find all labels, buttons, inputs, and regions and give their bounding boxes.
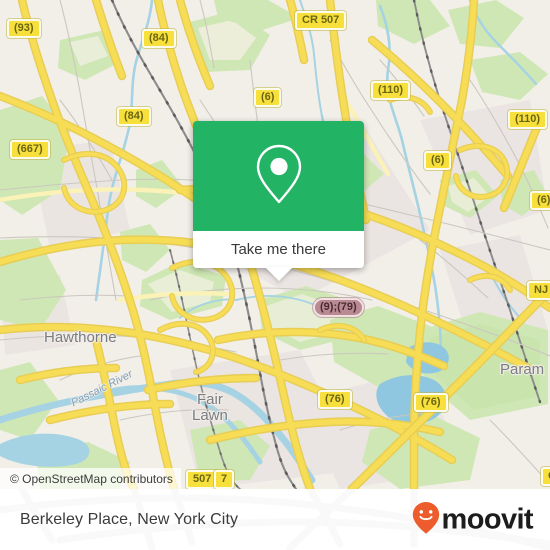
road-shield[interactable]: (84)	[142, 29, 176, 48]
take-me-there-label: Take me there	[230, 241, 327, 258]
road-shield[interactable]: (110)	[371, 81, 411, 100]
road-shield[interactable]: (76)	[414, 393, 448, 412]
road-shield[interactable]: 7	[214, 470, 235, 489]
moovit-pin-icon	[411, 500, 441, 539]
page-title: Berkeley Place, New York City	[20, 510, 239, 528]
take-me-there-button[interactable]: Take me there	[193, 231, 364, 281]
road-shield[interactable]: (6)	[424, 151, 452, 170]
road-shield[interactable]: (9);(79)	[313, 298, 364, 317]
road-shield[interactable]: (6)	[530, 191, 550, 210]
road-shield[interactable]: (110)	[508, 110, 548, 129]
road-shield[interactable]: CR 507	[295, 11, 347, 30]
road-shield[interactable]: (93)	[7, 19, 41, 38]
road-shield[interactable]: (6)	[254, 88, 282, 107]
road-shield[interactable]: (667)	[10, 140, 50, 159]
road-shield[interactable]: G	[541, 467, 550, 486]
road-shield[interactable]: (84)	[117, 107, 151, 126]
attribution-text: © OpenStreetMap contributors	[10, 471, 173, 486]
moovit-map-screen: Hawthorne Fair Lawn Param Passaic River …	[0, 0, 550, 550]
popup-header	[193, 121, 364, 231]
moovit-logo[interactable]: moovit	[411, 500, 534, 539]
moovit-wordmark: moovit	[441, 503, 534, 535]
road-shield[interactable]: NJ 1	[527, 281, 550, 300]
road-shield[interactable]: (76)	[318, 390, 352, 409]
map-pin-icon	[251, 142, 307, 211]
popup-pointer-tail	[264, 267, 293, 281]
footer-bar: Berkeley Place, New York City moovit	[0, 489, 550, 550]
map-attribution[interactable]: © OpenStreetMap contributors	[0, 468, 181, 489]
map-marker-popup[interactable]: Take me there	[193, 121, 364, 281]
map-canvas[interactable]: Hawthorne Fair Lawn Param Passaic River …	[0, 0, 550, 489]
